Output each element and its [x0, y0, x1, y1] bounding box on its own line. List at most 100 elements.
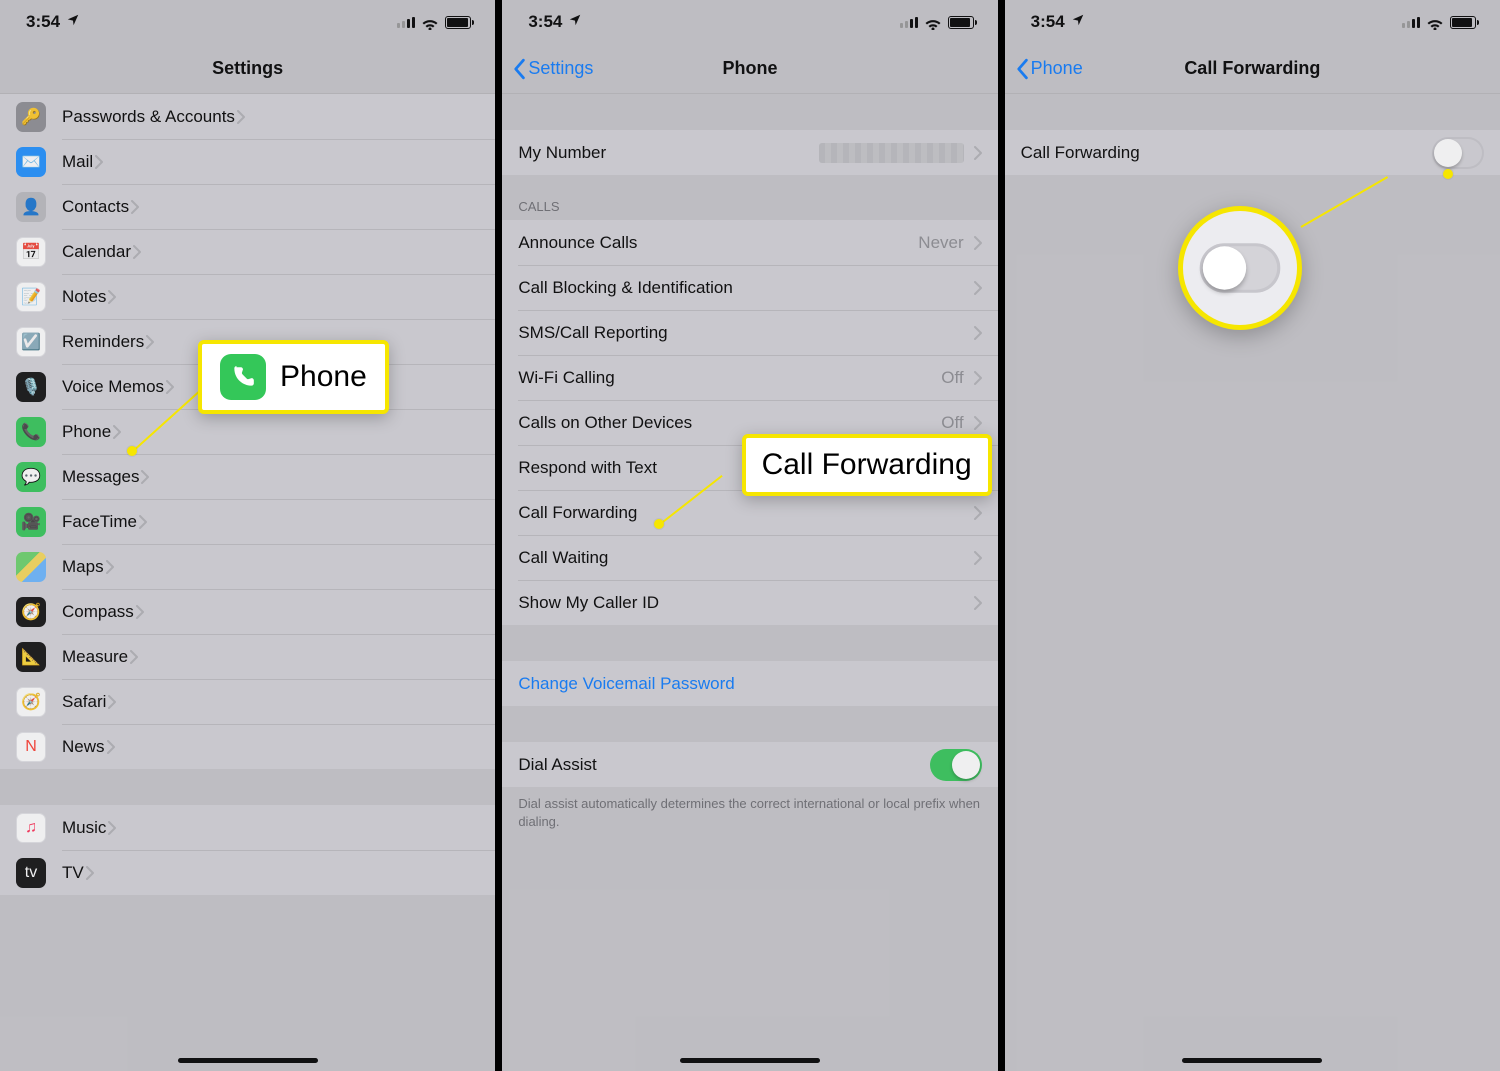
callout-phone-label: Phone — [280, 360, 367, 394]
measure-icon: 📐 — [16, 642, 46, 672]
chevron-right-icon — [139, 515, 147, 529]
settings-row-messages[interactable]: 💬Messages — [0, 454, 495, 499]
settings-row-safari[interactable]: 🧭Safari — [0, 679, 495, 724]
row-change-voicemail-password[interactable]: Change Voicemail Password — [502, 661, 997, 706]
home-indicator[interactable] — [680, 1058, 820, 1063]
row-label: Show My Caller ID — [518, 593, 659, 613]
callout-target-dot — [127, 446, 137, 456]
nav-bar: Phone Call Forwarding — [1005, 44, 1500, 94]
chevron-right-icon — [107, 740, 115, 754]
row-sms-call-reporting[interactable]: SMS/Call Reporting — [502, 310, 997, 355]
row-label: TV — [62, 863, 84, 883]
dial-assist-footer: Dial assist automatically determines the… — [502, 787, 997, 844]
settings-row-tv[interactable]: tvTV — [0, 850, 495, 895]
row-label: Messages — [62, 467, 139, 487]
home-indicator[interactable] — [178, 1058, 318, 1063]
wifi-icon — [924, 15, 942, 29]
chevron-right-icon — [86, 866, 94, 880]
row-label: Voice Memos — [62, 377, 164, 397]
chevron-right-icon — [974, 146, 982, 160]
settings-row-measure[interactable]: 📐 Measure — [0, 634, 495, 679]
chevron-right-icon — [106, 560, 114, 574]
reminders-icon: ☑️ — [16, 327, 46, 357]
wifi-icon — [1426, 15, 1444, 29]
dial-assist-toggle[interactable] — [930, 749, 982, 781]
settings-row-news[interactable]: NNews — [0, 724, 495, 769]
row-label: News — [62, 737, 105, 757]
chevron-right-icon — [974, 236, 982, 250]
chevron-left-icon — [1015, 58, 1029, 80]
status-time: 3:54 — [1031, 12, 1065, 32]
settings-row-calendar[interactable]: 📅Calendar — [0, 229, 495, 274]
row-wi-fi-calling[interactable]: Wi-Fi CallingOff — [502, 355, 997, 400]
row-label: SMS/Call Reporting — [518, 323, 667, 343]
chevron-right-icon — [108, 695, 116, 709]
battery-icon — [445, 16, 471, 29]
chevron-right-icon — [974, 596, 982, 610]
settings-row-facetime[interactable]: 🎥 FaceTime — [0, 499, 495, 544]
phone-icon: 📞 — [16, 417, 46, 447]
settings-row-maps[interactable]: Maps — [0, 544, 495, 589]
settings-row-contacts[interactable]: 👤Contacts — [0, 184, 495, 229]
settings-list-group-2: ♫MusictvTV — [0, 805, 495, 895]
chevron-right-icon — [974, 326, 982, 340]
call-forwarding-screen: 3:54 Phone Call Forwarding Call Forwardi… — [1005, 0, 1500, 1071]
chevron-right-icon — [974, 551, 982, 565]
row-label: Measure — [62, 647, 128, 667]
settings-row-phone[interactable]: 📞Phone — [0, 409, 495, 454]
row-value: Off — [941, 413, 971, 433]
row-label: Passwords & Accounts — [62, 107, 235, 127]
row-label: Call Waiting — [518, 548, 608, 568]
row-label: Call Forwarding — [1021, 143, 1140, 163]
row-label: Change Voicemail Password — [518, 674, 734, 694]
row-label: Calendar — [62, 242, 131, 262]
redacted-number — [819, 143, 964, 163]
row-show-my-caller-id[interactable]: Show My Caller ID — [502, 580, 997, 625]
page-title: Settings — [212, 58, 283, 79]
settings-row-mail[interactable]: ✉️Mail — [0, 139, 495, 184]
location-arrow-icon — [568, 12, 582, 32]
chevron-right-icon — [974, 371, 982, 385]
settings-row-notes[interactable]: 📝Notes — [0, 274, 495, 319]
status-bar: 3:54 — [1005, 0, 1500, 44]
magnifier-toggle — [1178, 206, 1302, 330]
row-value: Off — [941, 368, 971, 388]
settings-row-compass[interactable]: 🧭Compass — [0, 589, 495, 634]
home-indicator[interactable] — [1182, 1058, 1322, 1063]
row-label: FaceTime — [62, 512, 137, 532]
status-bar: 3:54 — [502, 0, 997, 44]
pane-divider — [998, 0, 1005, 1071]
voicemail-group: Change Voicemail Password — [502, 661, 997, 706]
dial-assist-group: Dial Assist — [502, 742, 997, 787]
row-call-blocking-identification[interactable]: Call Blocking & Identification — [502, 265, 997, 310]
row-label: Call Blocking & Identification — [518, 278, 733, 298]
chevron-right-icon — [166, 380, 174, 394]
chevron-right-icon — [131, 200, 139, 214]
group-separator — [0, 769, 495, 805]
call-forwarding-toggle-magnified — [1199, 243, 1280, 293]
chevron-right-icon — [108, 290, 116, 304]
row-call-forwarding[interactable]: Call Forwarding — [502, 490, 997, 535]
key-icon: 🔑 — [16, 102, 46, 132]
row-my-number[interactable]: My Number — [502, 130, 997, 175]
settings-row-passwords-accounts[interactable]: 🔑 Passwords & Accounts — [0, 94, 495, 139]
row-label: Compass — [62, 602, 134, 622]
facetime-icon: 🎥 — [16, 507, 46, 537]
phone-settings-screen: 3:54 Settings Phone My Number — [502, 0, 997, 1071]
row-announce-calls[interactable]: Announce CallsNever — [502, 220, 997, 265]
call-forwarding-toggle[interactable] — [1432, 137, 1484, 169]
row-label: Maps — [62, 557, 104, 577]
mail-icon: ✉️ — [16, 147, 46, 177]
battery-icon — [1450, 16, 1476, 29]
row-call-waiting[interactable]: Call Waiting — [502, 535, 997, 580]
settings-list-group-1: 🔑 Passwords & Accounts ✉️Mail👤Contacts📅Cal… — [0, 94, 495, 769]
group-separator — [502, 94, 997, 130]
row-label: Call Forwarding — [518, 503, 637, 523]
back-button[interactable]: Phone — [1015, 58, 1083, 80]
callout-target-dot — [1443, 169, 1453, 179]
back-button[interactable]: Settings — [512, 58, 593, 80]
row-label: Music — [62, 818, 106, 838]
settings-row-music[interactable]: ♫Music — [0, 805, 495, 850]
row-label: Safari — [62, 692, 106, 712]
row-label: Dial Assist — [518, 755, 596, 775]
